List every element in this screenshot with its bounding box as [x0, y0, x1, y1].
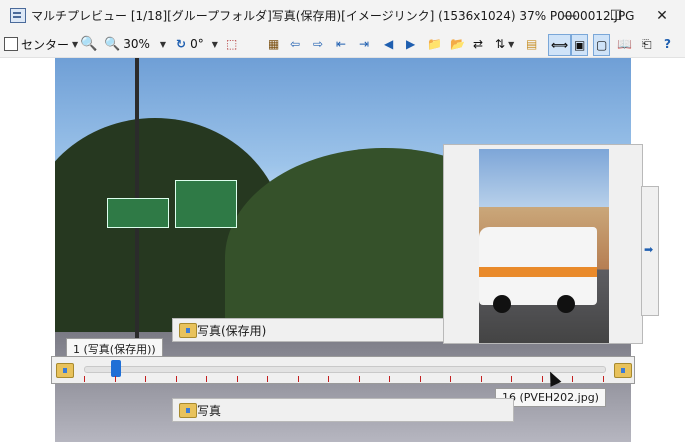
zoom-label: 30% [123, 37, 150, 51]
folder-view-icon: ▤ [526, 37, 538, 51]
grid-icon: ▦ [268, 37, 280, 51]
align-dropdown[interactable]: センター ▼ [4, 34, 78, 54]
slider-tick [175, 376, 177, 382]
slider-tick [145, 376, 147, 382]
minimize-button[interactable]: — [547, 0, 593, 31]
arrow-right-icon: ⇨ [313, 37, 324, 51]
chevron-down-icon: ▼ [72, 39, 79, 49]
slider-tick [572, 376, 574, 382]
wheel [493, 295, 511, 313]
slider-tick [84, 376, 85, 382]
folder-down-icon: 📂 [450, 37, 465, 51]
sort-icon: ⇅ [495, 37, 506, 51]
split-button[interactable]: ⟺ [548, 34, 572, 56]
slider-tick [328, 376, 330, 382]
next-folder-icon[interactable] [614, 363, 632, 378]
prev-folder-button[interactable]: ◀ [384, 34, 393, 54]
align-center-icon [4, 37, 18, 51]
last-icon: ⇥ [359, 37, 370, 51]
slider-thumb[interactable] [111, 360, 121, 377]
fit-button[interactable]: ⬚ [226, 34, 237, 54]
arrow-left-icon: ⇦ [290, 37, 301, 51]
folder-icon [179, 323, 197, 338]
up-folder-button[interactable]: 📁 [427, 34, 442, 54]
slider-tick [389, 376, 391, 382]
split-horizontal-icon: ⟺ [551, 38, 569, 52]
arrow-right-icon: ➡ [644, 243, 654, 256]
zoom-icon: 🔍 [104, 36, 121, 52]
book-icon: 📖 [617, 37, 632, 51]
fit-icon: ⬚ [226, 37, 238, 51]
swap-button[interactable]: ⇄ [473, 34, 483, 54]
hover-preview [443, 144, 643, 344]
frame-view-icon: ▢ [596, 38, 608, 52]
help-icon: ? [664, 37, 671, 51]
slider-tick [511, 376, 513, 382]
lower-folder-panel[interactable]: 写真 [172, 398, 514, 422]
chevron-down-icon: ▼ [508, 39, 515, 49]
slider-track[interactable] [84, 366, 606, 373]
first-icon: ⇤ [336, 37, 347, 51]
slider-tick [450, 376, 452, 382]
chevron-down-icon: ▼ [211, 39, 218, 49]
direction-sign [175, 180, 237, 228]
book-view-button[interactable]: 📖 [617, 34, 632, 54]
slider-tick [419, 376, 421, 382]
folder-view-button[interactable]: ▤ [526, 34, 537, 54]
folder-up-icon: 📁 [427, 37, 442, 51]
slider-tick [297, 376, 299, 382]
next-folder-button[interactable]: ▶ [406, 34, 415, 54]
rotate-icon: ↻ [176, 37, 187, 51]
zoom-dropdown[interactable]: 🔍 30% ▼ [104, 34, 166, 54]
help-button[interactable]: ? [664, 34, 671, 54]
align-label: センター [21, 37, 70, 52]
maximize-button[interactable]: ☐ [593, 0, 639, 31]
down-folder-button[interactable]: 📂 [450, 34, 465, 54]
export-icon: ⎗ [642, 36, 652, 51]
van-stripe [479, 267, 597, 277]
slider-tick [480, 376, 482, 382]
upper-folder-panel[interactable]: 写真(保存用) [172, 318, 448, 342]
prev-folder-icon[interactable] [56, 363, 74, 378]
close-button[interactable]: ✕ [639, 0, 685, 31]
slider-tick [358, 376, 360, 382]
slider-tick [541, 376, 543, 382]
slider-tick [267, 376, 269, 382]
slider-ticks [84, 376, 604, 382]
window-title: マルチプレビュー [1/18][グループフォルダ]写真(保存用)[イメージリンク… [31, 9, 635, 23]
zoom-tool-button[interactable]: 🔍 [80, 34, 97, 54]
sort-dropdown[interactable]: ⇅ ▼ [495, 34, 514, 54]
triangle-left-icon: ◀ [384, 37, 394, 51]
rotate-label: 0° [190, 37, 204, 51]
chevron-down-icon: ▼ [159, 39, 167, 49]
folder-icon [179, 403, 197, 418]
prev-button[interactable]: ⇦ [290, 34, 300, 54]
upper-folder-label: 写真(保存用) [197, 324, 267, 338]
app-icon [10, 8, 26, 23]
toolbar: センター ▼ 🔍 🔍 30% ▼ ↻ 0° ▼ ⬚ ▦ ⇦ ⇨ ⇤ ⇥ ◀ ▶ … [0, 31, 685, 58]
preview-image [479, 149, 609, 343]
single-view-icon: ▣ [574, 38, 586, 52]
lower-folder-label: 写真 [197, 404, 222, 418]
last-button[interactable]: ⇥ [359, 34, 369, 54]
wheel [557, 295, 575, 313]
road-sign [107, 198, 169, 228]
next-button[interactable]: ⇨ [313, 34, 323, 54]
export-button[interactable]: ⎗ [642, 34, 652, 54]
first-button[interactable]: ⇤ [336, 34, 346, 54]
slider-tick [206, 376, 208, 382]
van [479, 227, 597, 305]
swap-icon: ⇄ [473, 37, 484, 51]
slider-tick [603, 376, 604, 382]
frame-view-button[interactable]: ▢ [593, 34, 611, 56]
title-bar: マルチプレビュー [1/18][グループフォルダ]写真(保存用)[イメージリンク… [0, 0, 685, 31]
slider-tick [114, 376, 116, 382]
single-view-button[interactable]: ▣ [571, 34, 589, 56]
next-panel[interactable]: ➡ [641, 186, 659, 316]
triangle-right-icon: ▶ [406, 37, 416, 51]
slider-tick [236, 376, 238, 382]
zoom-tool-icon: 🔍 [80, 36, 98, 52]
grid-button[interactable]: ▦ [268, 34, 279, 54]
rotate-dropdown[interactable]: ↻ 0° ▼ [176, 34, 218, 54]
